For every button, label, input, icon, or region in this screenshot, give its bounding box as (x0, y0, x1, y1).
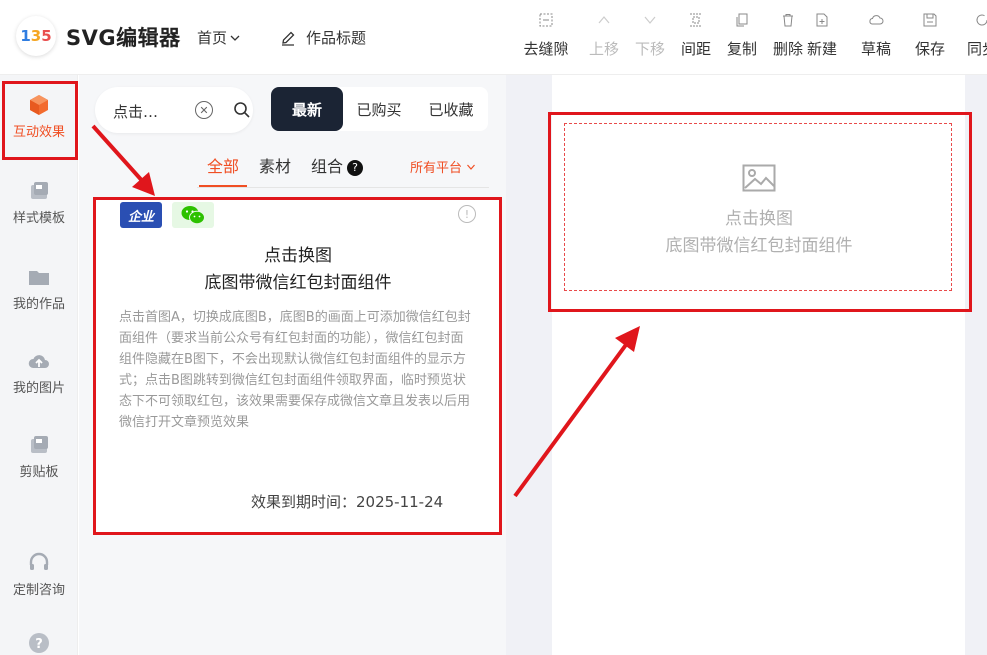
logo-letter: 3 (30, 27, 42, 45)
app-title: SVG编辑器 (66, 26, 181, 50)
clipboard-icon (31, 436, 48, 453)
sort-favorited[interactable]: 已收藏 (415, 87, 487, 131)
copy-icon (734, 12, 750, 28)
logo-letter: 5 (41, 27, 52, 45)
sidebar-item-clipboard[interactable]: 剪贴板 (0, 433, 78, 480)
home-menu[interactable]: 首页 (197, 27, 241, 48)
sidebar-item-label: 剪贴板 (19, 465, 59, 480)
tool-label: 去缝隙 (523, 40, 569, 58)
tab-label: 全部 (207, 157, 240, 176)
tool-label: 保存 (914, 40, 945, 58)
svg-text:?: ? (35, 637, 43, 652)
arrow-down-icon (642, 12, 658, 28)
sidebar-item-my-images[interactable]: 我的图片 (0, 349, 78, 396)
pencil-icon (282, 31, 295, 46)
sort-purchased[interactable]: 已购买 (343, 87, 415, 131)
platform-filter[interactable]: 所有平台 (410, 157, 476, 176)
sort-group: 最新 已购买 已收藏 (271, 87, 488, 131)
tab-label: 素材 (259, 157, 292, 176)
question-icon[interactable]: ? (347, 159, 364, 176)
tab-materials[interactable]: 素材 (249, 153, 301, 187)
cloud-upload-icon (28, 355, 49, 368)
tool-label: 同步 (966, 40, 987, 58)
tab-divider (197, 187, 489, 188)
headset-icon (29, 552, 49, 570)
tool-label: 上移 (588, 40, 619, 58)
tab-all[interactable]: 全部 (197, 153, 249, 187)
help-icon: ? (29, 633, 49, 653)
sidebar-item-help[interactable]: ? (0, 631, 78, 655)
logo-letter: 1 (20, 27, 31, 45)
tool-label: 新建 (806, 40, 837, 58)
tool-sync[interactable]: 同步 (952, 12, 987, 59)
tab-combos[interactable]: 组合? (301, 153, 373, 187)
arrow-up-icon (596, 12, 612, 28)
tool-label: 间距 (680, 40, 711, 58)
search-icon[interactable] (233, 101, 251, 119)
tool-label: 下移 (634, 40, 665, 58)
search-input[interactable]: 点击… (113, 101, 158, 122)
left-sidebar: 互动效果 样式模板 我的作品 我的图片 剪贴板 定制咨询 ? (0, 75, 78, 655)
gap-icon (538, 12, 554, 28)
tool-label: 复制 (726, 40, 757, 58)
tool-save[interactable]: 保存 (900, 12, 960, 59)
sidebar-item-label: 我的作品 (12, 297, 65, 312)
template-icon (31, 182, 48, 199)
category-tabs: 全部 素材 组合? (197, 153, 373, 187)
sidebar-item-custom-consult[interactable]: 定制咨询 (0, 551, 78, 598)
highlight-effect-card (93, 197, 502, 535)
spacing-icon (688, 12, 704, 28)
tool-draft[interactable]: 草稿 (846, 12, 906, 59)
clear-icon[interactable]: ✕ (195, 101, 213, 119)
tool-remove-gap[interactable]: 去缝隙 (516, 12, 576, 59)
tool-label: 草稿 (860, 40, 891, 58)
tool-new[interactable]: 新建 (792, 12, 852, 59)
sync-icon (974, 12, 987, 28)
app-logo[interactable]: 135 (16, 16, 56, 56)
sidebar-item-label: 定制咨询 (12, 583, 65, 598)
sidebar-item-style-templates[interactable]: 样式模板 (0, 179, 78, 226)
sidebar-item-label: 样式模板 (12, 211, 65, 226)
home-menu-label: 首页 (197, 29, 228, 47)
chevron-down-icon (467, 164, 476, 170)
cloud-icon (868, 12, 884, 28)
new-file-icon (814, 12, 830, 28)
work-title-label: 作品标题 (306, 29, 367, 47)
folder-icon (29, 271, 49, 285)
sort-latest[interactable]: 最新 (271, 87, 343, 131)
work-title[interactable]: 作品标题 (280, 27, 366, 48)
search-box[interactable]: 点击… ✕ (95, 87, 253, 133)
platform-label: 所有平台 (410, 161, 463, 176)
tab-label: 组合 (311, 157, 344, 176)
header: 135 SVG编辑器 首页 作品标题 去缝隙 上移 下移 间距 复制 删除 新建… (0, 0, 987, 75)
sidebar-item-my-works[interactable]: 我的作品 (0, 265, 78, 312)
chevron-down-icon (230, 35, 240, 41)
sidebar-item-label: 我的图片 (12, 381, 65, 396)
highlight-canvas-component (548, 112, 972, 312)
highlight-sidebar-item (2, 81, 78, 160)
save-icon (922, 12, 938, 28)
